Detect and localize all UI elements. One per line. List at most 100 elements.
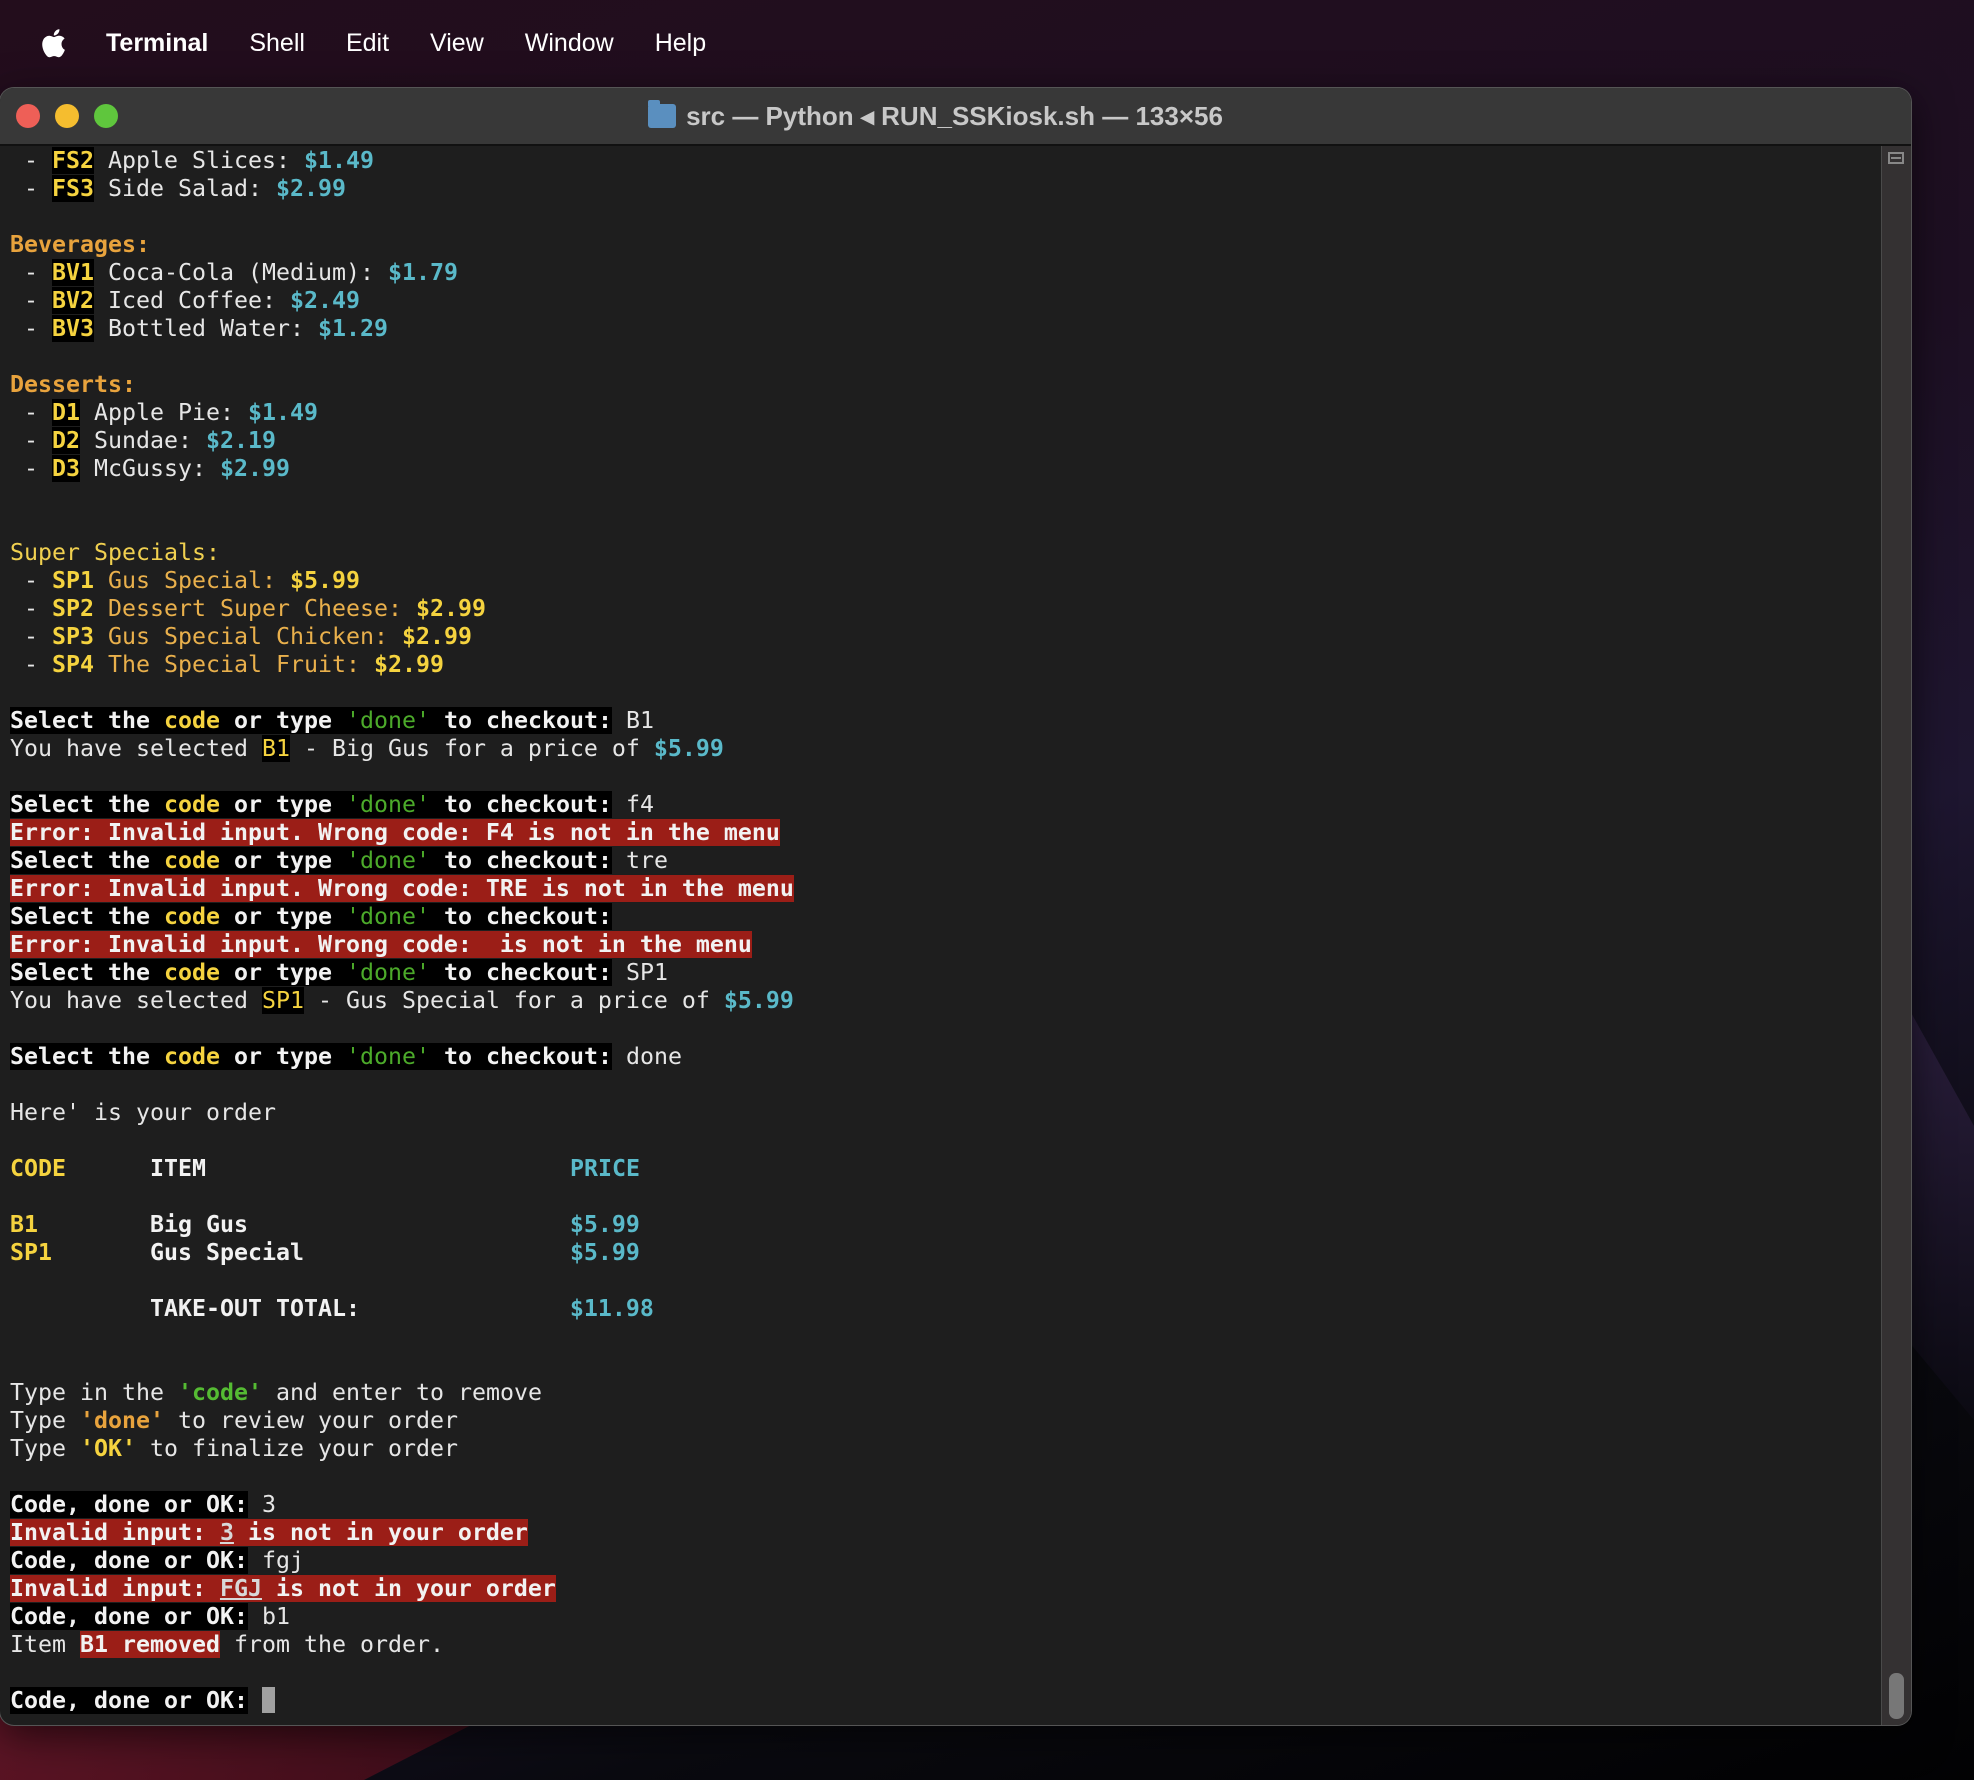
terminal-text: - (10, 455, 52, 482)
terminal-line: You have selected SP1 - Gus Special for … (10, 987, 794, 1015)
terminal-text: Dessert Super Cheese: (94, 595, 416, 622)
terminal-text: - (10, 315, 52, 342)
terminal-text: code (163, 1043, 220, 1070)
terminal-text: Here' is your order (10, 1099, 276, 1126)
minimize-button[interactable] (55, 104, 79, 128)
terminal-line: - FS3 Side Salad: $2.99 (10, 175, 794, 203)
terminal-text: Select the (10, 707, 164, 734)
terminal-text: or type (219, 707, 346, 734)
terminal-line: Select the code or type 'done' to checko… (10, 791, 794, 819)
split-pane-icon[interactable] (1888, 152, 1904, 164)
terminal-text: TAKE-OUT TOTAL: (149, 1295, 360, 1322)
terminal-text: Iced Coffee: (94, 287, 290, 314)
menu-window[interactable]: Window (525, 29, 614, 58)
terminal-text: Error: Invalid input. Wrong code: is not… (10, 931, 752, 958)
title-bar[interactable]: src — Python ◂ RUN_SSKiosk.sh — 133×56 (0, 88, 1911, 146)
terminal-text: $5.99 (569, 1239, 640, 1266)
terminal-text: - (10, 259, 52, 286)
scrollbar-thumb[interactable] (1889, 1673, 1904, 1719)
terminal-text: - (10, 147, 52, 174)
terminal-text: $1.49 (247, 399, 318, 426)
terminal-line: Beverages: (10, 231, 794, 259)
scrollbar[interactable] (1881, 146, 1911, 1725)
menu-edit[interactable]: Edit (346, 29, 389, 58)
terminal-text: D1 (52, 399, 80, 426)
terminal-text: $5.99 (653, 735, 724, 762)
terminal-text: D3 (52, 455, 80, 482)
terminal-line: Type 'OK' to finalize your order (10, 1435, 794, 1463)
terminal-line: - SP2 Dessert Super Cheese: $2.99 (10, 595, 794, 623)
terminal-text: Invalid input: (10, 1519, 220, 1546)
terminal-text: Code, done or OK: (10, 1491, 248, 1518)
terminal-text: Super Specials: (10, 539, 220, 566)
terminal-line: Desserts: (10, 371, 794, 399)
terminal-text: Gus Special (149, 1239, 304, 1266)
terminal-line: - SP3 Gus Special Chicken: $2.99 (10, 623, 794, 651)
terminal-text: $2.99 (219, 455, 290, 482)
terminal-text: SP3 (52, 623, 94, 650)
terminal-text: to checkout: (429, 959, 612, 986)
terminal-text: code (163, 791, 220, 818)
zoom-button[interactable] (94, 104, 118, 128)
terminal-text: to checkout: (429, 903, 612, 930)
terminal-text: code (163, 903, 220, 930)
terminal-text: $2.99 (401, 623, 472, 650)
terminal-text: Apple Pie: (80, 399, 248, 426)
terminal-text: $11.98 (569, 1295, 654, 1322)
terminal-line: Select the code or type 'done' to checko… (10, 847, 794, 875)
terminal-text: CODE (10, 1155, 66, 1182)
terminal-text: FS2 (52, 147, 94, 174)
terminal-text: Code, done or OK: (10, 1547, 248, 1574)
terminal-text: Desserts: (10, 371, 136, 398)
menu-shell[interactable]: Shell (249, 29, 305, 58)
menu-help[interactable]: Help (655, 29, 706, 58)
terminal-text: $2.99 (373, 651, 444, 678)
terminal-text: is not in your order (261, 1575, 556, 1602)
terminal-text: - (10, 399, 52, 426)
menu-bar: Terminal Shell Edit View Window Help (0, 0, 1974, 86)
terminal-text: fgj (247, 1547, 304, 1574)
terminal-text: - (10, 175, 52, 202)
terminal-text: Invalid input: (10, 1575, 220, 1602)
terminal-text: to finalize your order (136, 1435, 458, 1462)
terminal-text: $5.99 (569, 1211, 640, 1238)
terminal-text: tre (611, 847, 668, 874)
terminal-text: $2.49 (289, 287, 360, 314)
terminal-text: - (10, 427, 52, 454)
desktop-wallpaper-shape (1904, 1000, 1974, 1420)
menu-terminal[interactable]: Terminal (106, 29, 208, 58)
menu-view[interactable]: View (430, 29, 484, 58)
terminal-text: BV2 (52, 287, 94, 314)
terminal-text: from the order. (219, 1631, 444, 1658)
terminal-line: Select the code or type 'done' to checko… (10, 903, 794, 931)
terminal-text: Select the (10, 903, 164, 930)
terminal-text: SP4 (52, 651, 94, 678)
terminal-text: SP1 (52, 567, 94, 594)
terminal-text: b1 (247, 1603, 290, 1630)
terminal-text: or type (219, 1043, 346, 1070)
terminal-text: BV3 (52, 315, 94, 342)
terminal-line: - SP1 Gus Special: $5.99 (10, 567, 794, 595)
terminal-text: SP2 (52, 595, 94, 622)
terminal-text: $2.99 (275, 175, 346, 202)
terminal-text: Code, done or OK: (10, 1603, 248, 1630)
terminal-text: Sundae: (80, 427, 206, 454)
close-button[interactable] (16, 104, 40, 128)
terminal-text: to checkout: (429, 707, 612, 734)
terminal-text: 'done' (345, 1043, 430, 1070)
terminal-text: to review your order (164, 1407, 458, 1434)
terminal-output[interactable]: - FS2 Apple Slices: $1.49 - FS3 Side Sal… (10, 147, 794, 1715)
apple-icon[interactable] (38, 26, 68, 60)
